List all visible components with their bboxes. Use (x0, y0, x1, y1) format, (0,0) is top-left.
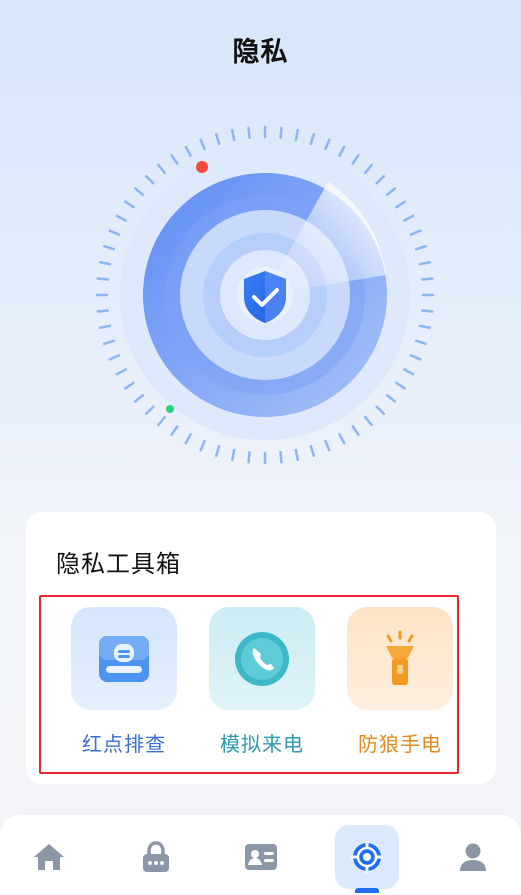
scanner-tick (98, 324, 112, 330)
scanner-tick (418, 260, 432, 266)
scanner-tick (375, 174, 386, 185)
scanner-tick (170, 425, 179, 436)
ok-dot (166, 405, 174, 413)
tool-label: 防狼手电 (358, 732, 442, 756)
tool-fake-call[interactable]: 模拟来电 (207, 607, 317, 757)
scanner-tick (403, 368, 415, 376)
scanner-tick (247, 450, 251, 464)
scanner-tick (420, 309, 434, 313)
toolbox-card: 隐私工具箱 红点排查 模拟来电 防狼手电 (26, 512, 496, 784)
tool-icon-box (71, 607, 177, 710)
tab-privacy[interactable] (335, 825, 399, 889)
scanner-tick (157, 163, 167, 175)
scanner-tick (309, 444, 316, 458)
scanner-tick (102, 339, 116, 346)
tab-home[interactable] (17, 825, 81, 889)
bottom-tab-bar (0, 815, 521, 895)
scanner-tick (414, 339, 428, 346)
scanner-tick (184, 145, 192, 157)
scanner-tick (124, 381, 135, 390)
scanner-tick (102, 244, 116, 251)
scanner-tick (294, 128, 300, 142)
scanner-tick (385, 393, 397, 403)
scanner-tick (199, 439, 206, 452)
scanner-tick (403, 214, 415, 222)
scanner-tick (309, 132, 316, 146)
phone-call-icon (235, 631, 289, 686)
scanner-tick (409, 229, 422, 236)
scanner-tick (230, 448, 236, 462)
scanner-tick (324, 138, 331, 151)
scanner-tick (351, 425, 360, 436)
tools-highlight-frame: 红点排查 模拟来电 防狼手电 (39, 595, 459, 774)
scanner-tick (338, 433, 346, 445)
scanner-tick (324, 439, 331, 452)
id-card-icon (245, 844, 277, 870)
scanner-tick (294, 448, 300, 462)
scanner-tick (133, 187, 145, 197)
alert-dot (196, 161, 208, 173)
camera-detector-icon (99, 635, 149, 682)
scanner-tick (418, 324, 432, 330)
scanner-tick (414, 244, 428, 251)
scanner-tick (230, 128, 236, 142)
scanner-tick (96, 277, 110, 281)
scanner-tick (214, 444, 221, 458)
scanner-tick (385, 187, 397, 197)
tool-anti-wolf-flashlight[interactable]: 防狼手电 (345, 607, 455, 757)
tool-icon-box (347, 607, 453, 710)
active-tab-indicator (355, 888, 379, 893)
scanner-tick (351, 154, 360, 165)
user-icon (460, 843, 486, 871)
toolbox-title: 隐私工具箱 (56, 550, 181, 578)
home-icon (34, 844, 64, 870)
scanner-tick (363, 163, 373, 175)
scanner-tick (133, 393, 145, 403)
scanner-tick (363, 415, 373, 427)
tool-label: 红点排查 (82, 732, 166, 756)
scanner-tick (157, 415, 167, 427)
tool-icon-box (209, 607, 315, 710)
scanner-tick (115, 368, 127, 376)
scanner-tick (409, 354, 422, 361)
flashlight-icon (386, 630, 414, 685)
scanner-tick (395, 381, 406, 390)
scanner-tick (184, 433, 192, 445)
lock-icon (143, 841, 169, 872)
scanner-tick (247, 126, 251, 140)
scanner-tick (108, 229, 121, 236)
scanner-tick (144, 405, 155, 416)
page-title: 隐私 (232, 37, 289, 68)
scanner-tick (375, 405, 386, 416)
scanner-tick (170, 154, 179, 165)
scanner-tick (279, 450, 283, 464)
scanner-tick (214, 132, 221, 146)
tab-id-card[interactable] (229, 825, 293, 889)
scanner-tick (199, 138, 206, 151)
scanner-tick (96, 309, 110, 313)
privacy-scanner (95, 125, 435, 465)
scanner-tick (395, 200, 406, 209)
scanner-tick (338, 145, 346, 157)
tool-red-dot-check[interactable]: 红点排查 (69, 607, 179, 757)
scanner-tick (420, 277, 434, 281)
privacy-target-icon (351, 841, 383, 873)
scanner-tick (98, 260, 112, 266)
scanner-tick (124, 200, 135, 209)
scanner-tick (115, 214, 127, 222)
scanner-tick (279, 126, 283, 140)
tab-lock[interactable] (124, 825, 188, 889)
scanner-tick (144, 174, 155, 185)
scanner-tick (108, 354, 121, 361)
tool-label: 模拟来电 (220, 732, 304, 756)
tab-profile[interactable] (441, 825, 505, 889)
